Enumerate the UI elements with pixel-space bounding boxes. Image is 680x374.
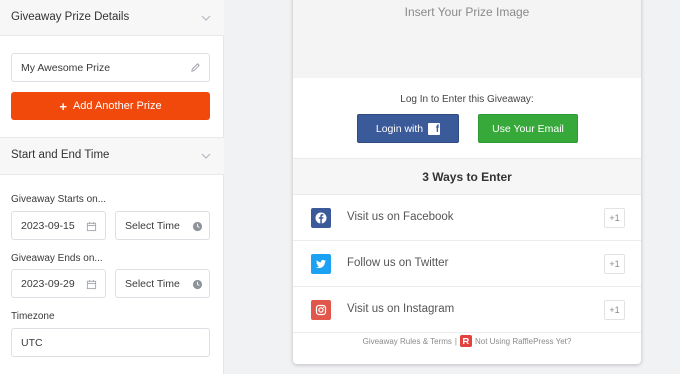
entry-facebook[interactable]: Visit us on Facebook +1 <box>293 195 641 241</box>
timezone-value: UTC <box>21 337 43 349</box>
entry-points-badge: +1 <box>604 208 625 228</box>
start-label: Giveaway Starts on... <box>11 194 107 205</box>
start-date-input[interactable]: 2023-09-15 <box>11 211 106 240</box>
entry-twitter[interactable]: Follow us on Twitter +1 <box>293 241 641 287</box>
preview-footer: Giveaway Rules & Terms | Not Using Raffl… <box>293 335 641 347</box>
entry-label: Visit us on Instagram <box>347 303 455 315</box>
end-date-value: 2023-09-29 <box>21 278 75 290</box>
timezone-select[interactable]: UTC <box>11 328 210 357</box>
timezone-label: Timezone <box>11 311 55 322</box>
clock-icon <box>192 279 203 290</box>
use-email-button[interactable]: Use Your Email <box>478 114 578 143</box>
add-prize-label: Add Another Prize <box>72 100 162 112</box>
end-time-input[interactable]: Select Time <box>115 269 210 298</box>
end-time-value: Select Time <box>125 278 180 290</box>
calendar-icon <box>86 279 97 290</box>
entry-points-badge: +1 <box>604 254 625 274</box>
plus-icon: + <box>59 98 67 114</box>
rules-link[interactable]: Giveaway Rules & Terms <box>363 337 452 346</box>
prize-section-title: Giveaway Prize Details <box>11 11 130 23</box>
start-time-value: Select Time <box>125 220 180 232</box>
clock-icon <box>192 221 203 232</box>
entry-points-badge: +1 <box>604 300 625 320</box>
entry-instagram[interactable]: Visit us on Instagram +1 <box>293 287 641 333</box>
ways-to-enter-heading: 3 Ways to Enter <box>293 158 641 195</box>
settings-panel: Giveaway Prize Details My Awesome Prize … <box>0 0 224 374</box>
entry-label: Visit us on Facebook <box>347 211 454 223</box>
prize-name-value: My Awesome Prize <box>21 62 111 74</box>
prize-name-field[interactable]: My Awesome Prize <box>11 53 210 82</box>
rafflepress-logo-icon <box>459 335 472 347</box>
fb-login-label: Login with <box>375 122 424 135</box>
prize-section-header[interactable]: Giveaway Prize Details <box>0 0 224 36</box>
instagram-icon <box>311 300 331 320</box>
login-with-facebook-button[interactable]: Login with f <box>357 114 459 143</box>
facebook-icon: f <box>428 122 441 135</box>
start-time-input[interactable]: Select Time <box>115 211 210 240</box>
calendar-icon <box>86 221 97 232</box>
footer-separator: | <box>454 336 457 346</box>
chevron-down-icon[interactable] <box>200 150 212 162</box>
entry-label: Follow us on Twitter <box>347 257 449 269</box>
pencil-icon[interactable] <box>190 62 201 73</box>
email-login-label: Use Your Email <box>492 122 564 135</box>
chevron-down-icon[interactable] <box>200 12 212 24</box>
twitter-icon <box>311 254 331 274</box>
time-section-header[interactable]: Start and End Time <box>0 137 224 175</box>
giveaway-preview: Insert Your Prize Image Log In to Enter … <box>293 0 641 364</box>
end-date-input[interactable]: 2023-09-29 <box>11 269 106 298</box>
end-label: Giveaway Ends on... <box>11 253 103 264</box>
add-another-prize-button[interactable]: + Add Another Prize <box>11 92 210 120</box>
time-section-title: Start and End Time <box>11 149 110 161</box>
prize-image-placeholder[interactable]: Insert Your Prize Image <box>293 0 641 78</box>
facebook-icon <box>311 208 331 228</box>
login-prompt: Log In to Enter this Giveaway: <box>400 94 534 105</box>
image-placeholder-text: Insert Your Prize Image <box>404 5 530 19</box>
promo-link[interactable]: Not Using RafflePress Yet? <box>475 337 571 346</box>
start-date-value: 2023-09-15 <box>21 220 75 232</box>
